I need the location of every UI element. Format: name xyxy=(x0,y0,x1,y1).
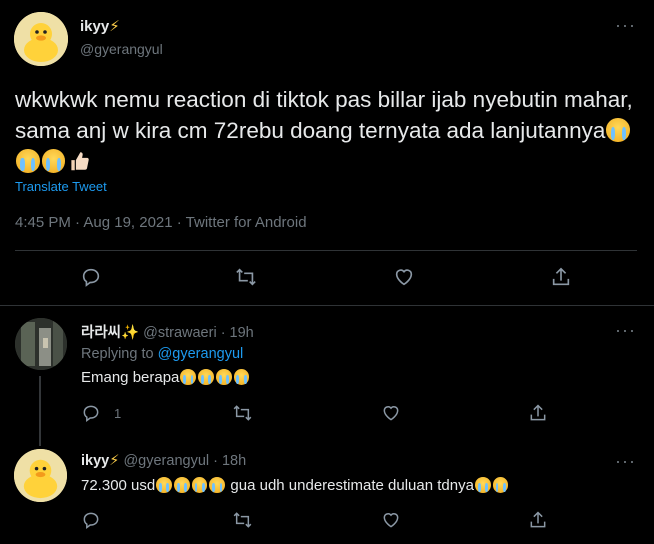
like-icon[interactable] xyxy=(381,403,401,423)
retweet-icon[interactable] xyxy=(234,266,258,288)
thread-line xyxy=(39,376,41,446)
crying-face-icon xyxy=(16,149,40,174)
crying-face-icon xyxy=(606,118,630,143)
divider xyxy=(0,305,654,306)
replying-to: Replying to @gyerangyul xyxy=(81,346,243,362)
avatar[interactable] xyxy=(14,12,68,66)
crying-face-icon xyxy=(233,369,250,385)
like-icon[interactable] xyxy=(381,510,401,530)
replying-prefix: Replying to xyxy=(81,346,154,362)
reply-icon[interactable] xyxy=(80,266,102,288)
sparkles-icon: ✨ xyxy=(121,325,140,341)
author-handle[interactable]: @gyerangyul · 18h xyxy=(123,453,246,469)
retweet-icon[interactable] xyxy=(232,403,253,423)
retweet-icon[interactable] xyxy=(232,510,253,530)
reply-text: Emang berapa xyxy=(81,369,250,386)
crying-face-icon xyxy=(198,369,214,385)
crying-face-icon xyxy=(180,369,197,385)
crying-face-icon xyxy=(191,477,208,493)
lightning-icon: ⚡ xyxy=(109,18,120,35)
reply-icon[interactable] xyxy=(81,403,101,423)
share-icon[interactable] xyxy=(528,403,548,423)
like-icon[interactable] xyxy=(393,266,415,288)
crying-face-icon xyxy=(209,477,226,493)
author-name[interactable]: ikyy⚡ xyxy=(80,17,120,35)
share-icon[interactable] xyxy=(550,266,572,288)
tweet-text: wkwkwk nemu reaction di tiktok pas billa… xyxy=(15,84,645,177)
reply-count: 1 xyxy=(114,406,122,421)
reply-text-body: Emang berapa xyxy=(81,369,180,387)
reply-text: 72.300 usd gua udh underestimate duluan … xyxy=(81,477,509,494)
crying-face-icon xyxy=(41,149,66,174)
reply-header: 라라씨✨ @strawaeri · 19h xyxy=(81,321,254,342)
share-icon[interactable] xyxy=(528,510,548,530)
replying-to-link[interactable]: @gyerangyul xyxy=(158,346,244,362)
avatar[interactable] xyxy=(14,449,67,502)
author-handle[interactable]: @gyerangyul xyxy=(80,41,163,57)
reply-header: ikyy⚡ @gyerangyul · 18h xyxy=(81,453,246,469)
more-icon[interactable]: ··· xyxy=(615,15,636,36)
author-name[interactable]: ikyy xyxy=(81,453,109,469)
tweet-meta: 4:45 PM · Aug 19, 2021 · Twitter for And… xyxy=(15,214,307,231)
crying-face-icon xyxy=(156,477,172,493)
crying-face-icon xyxy=(492,477,509,493)
more-icon[interactable]: ··· xyxy=(615,451,636,472)
reply-text-body: gua udh underestimate duluan tdnya xyxy=(226,477,474,495)
translate-tweet-link[interactable]: Translate Tweet xyxy=(15,179,107,194)
crying-face-icon xyxy=(215,369,232,385)
thumbs-up-icon xyxy=(71,152,89,171)
tweet-text-body: wkwkwk nemu reaction di tiktok pas billa… xyxy=(15,87,633,143)
reply-icon[interactable] xyxy=(81,510,101,530)
author-name[interactable]: 라라씨 xyxy=(81,325,121,341)
crying-face-icon xyxy=(474,477,491,493)
author-name-text: ikyy xyxy=(80,18,110,35)
lightning-icon: ⚡ xyxy=(109,453,120,469)
reply-text-body: 72.300 usd xyxy=(81,477,156,495)
author-handle[interactable]: @strawaeri · 19h xyxy=(143,325,254,341)
avatar[interactable] xyxy=(15,318,67,370)
crying-face-icon xyxy=(173,477,190,493)
divider xyxy=(15,250,637,251)
more-icon[interactable]: ··· xyxy=(615,320,636,341)
